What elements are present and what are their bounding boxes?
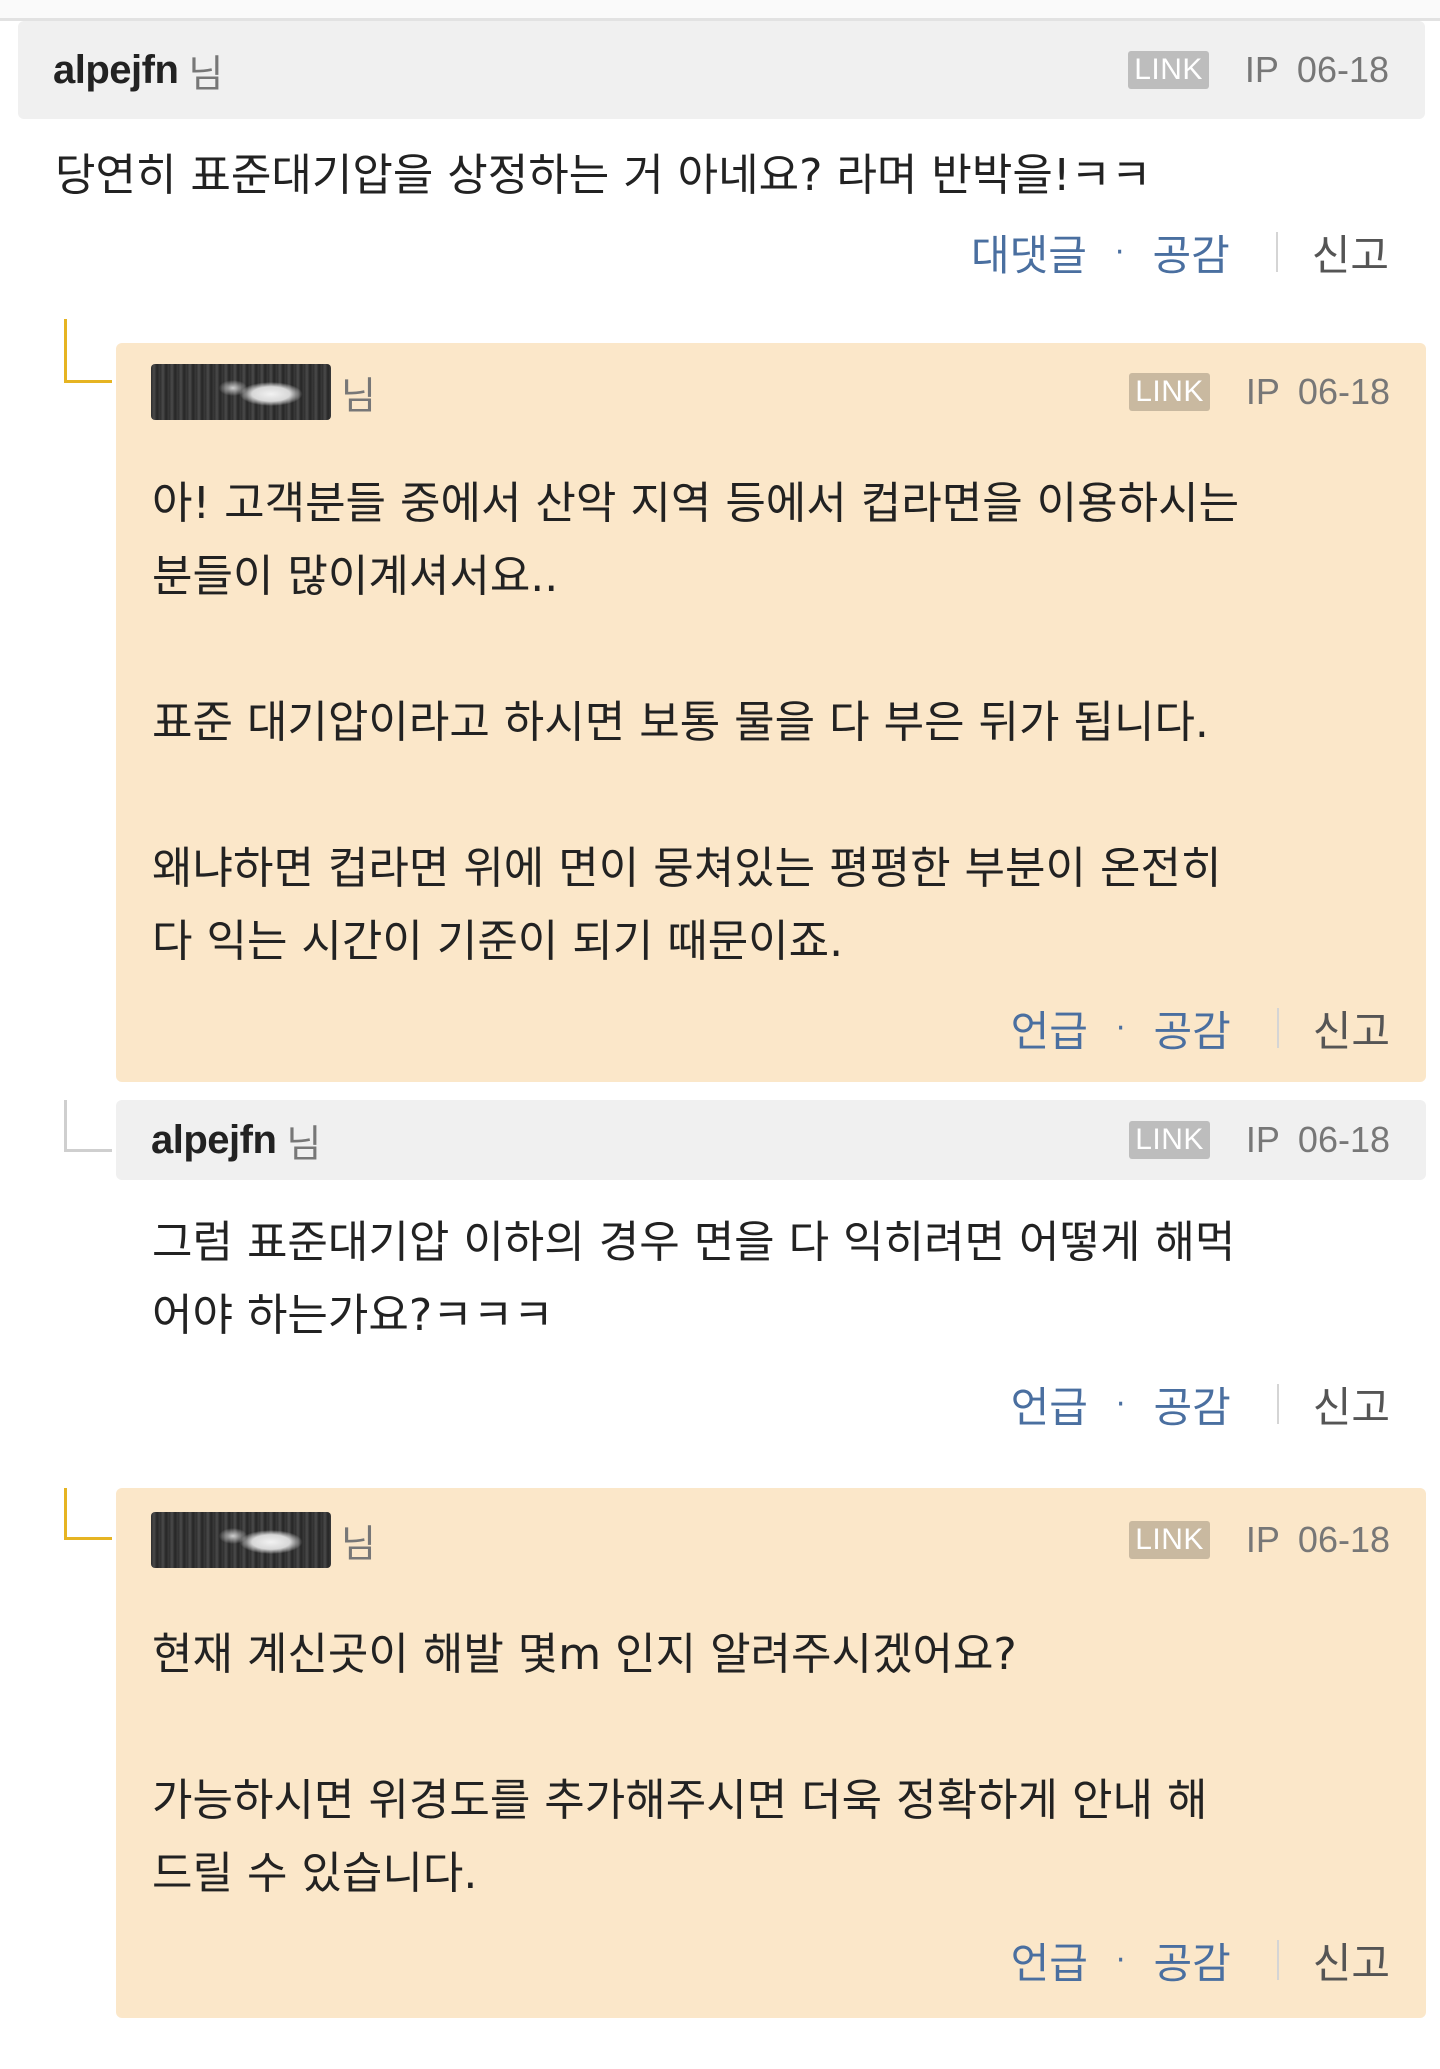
reply-connector <box>64 1488 112 1540</box>
separator-dot: · <box>1115 1010 1126 1046</box>
ip-label: IP <box>1244 49 1279 90</box>
ip-label: IP <box>1245 1519 1280 1560</box>
comment-actions: 언급 · 공감 신고 <box>152 1930 1390 1990</box>
comment-text: 그럼 표준대기압 이하의 경우 면을 다 익히려면 어떻게 해먹 어야 하는가요… <box>152 1217 1236 1341</box>
reply-comment: 님 LINK IP 06-18 아! 고객분들 중에서 산악 지역 등에서 컵라… <box>64 319 1426 1082</box>
separator-dot: · <box>1114 234 1125 270</box>
comment-header: 님 LINK IP 06-18 <box>116 343 1426 441</box>
mention-button[interactable]: 언급 <box>1011 1930 1088 1991</box>
honorific-suffix: 님 <box>188 51 224 96</box>
comment-date: 06-18 <box>1297 371 1390 412</box>
comment-date: 06-18 <box>1297 1519 1390 1560</box>
report-button[interactable]: 신고 <box>1313 998 1390 1059</box>
comment-header: 님 LINK IP 06-18 <box>116 1488 1426 1592</box>
reply-comment: alpejfn 님 LINK IP 06-18 그럼 표준대기압 이하의 경우 … <box>64 1100 1426 1458</box>
comment-header: alpejfn 님 LINK IP 06-18 <box>18 21 1425 119</box>
comment-text: 당연히 표준대기압을 상정하는 거 아네요? 라며 반박을!ㅋㅋ <box>55 150 1152 201</box>
comment: alpejfn 님 LINK IP 06-18 당연히 표준대기압을 상정하는 … <box>0 21 1440 306</box>
separator-dot: · <box>1115 1386 1126 1422</box>
link-badge[interactable]: LINK <box>1129 373 1210 411</box>
divider <box>1276 1008 1279 1048</box>
honorific-suffix: 님 <box>341 373 376 418</box>
comment-text: 아! 고객분들 중에서 산악 지역 등에서 컵라면을 이용하시는 분들이 많이계… <box>152 478 1240 967</box>
ip-label: IP <box>1245 371 1280 412</box>
link-badge[interactable]: LINK <box>1129 1121 1210 1159</box>
comment-actions: 대댓글 · 공감 신고 <box>55 222 1389 282</box>
comment-date: 06-18 <box>1297 1119 1390 1160</box>
reply-comment: 님 LINK IP 06-18 현재 계신곳이 해발 몇m 인지 알려주시겠어요… <box>64 1488 1426 2018</box>
mention-button[interactable]: 언급 <box>1011 998 1088 1059</box>
comment-header: alpejfn 님 LINK IP 06-18 <box>116 1100 1426 1180</box>
comment-date: 06-18 <box>1296 49 1389 90</box>
like-button[interactable]: 공감 <box>1153 998 1230 1059</box>
link-badge[interactable]: LINK <box>1129 1521 1210 1559</box>
like-button[interactable]: 공감 <box>1152 222 1229 283</box>
comment-body: 아! 고객분들 중에서 산악 지역 등에서 컵라면을 이용하시는 분들이 많이계… <box>116 441 1426 1082</box>
report-button[interactable]: 신고 <box>1313 1374 1390 1435</box>
report-button[interactable]: 신고 <box>1313 1930 1390 1991</box>
like-button[interactable]: 공감 <box>1153 1930 1230 1991</box>
report-button[interactable]: 신고 <box>1312 222 1389 283</box>
comment-thread: alpejfn 님 LINK IP 06-18 당연히 표준대기압을 상정하는 … <box>0 21 1440 2018</box>
divider <box>1276 1384 1279 1424</box>
top-divider <box>0 0 1440 21</box>
comment-body: 당연히 표준대기압을 상정하는 거 아네요? 라며 반박을!ㅋㅋ 대댓글 · 공… <box>0 119 1440 306</box>
divider <box>1276 1940 1279 1980</box>
comment-body: 그럼 표준대기압 이하의 경우 면을 다 익히려면 어떻게 해먹 어야 하는가요… <box>116 1180 1426 1458</box>
author-avatar[interactable] <box>151 364 331 420</box>
honorific-suffix: 님 <box>341 1521 376 1566</box>
mention-button[interactable]: 언급 <box>1011 1374 1088 1435</box>
reply-connector <box>64 319 112 383</box>
comment-body: 현재 계신곳이 해발 몇m 인지 알려주시겠어요? 가능하시면 위경도를 추가해… <box>116 1592 1426 2018</box>
comment-actions: 언급 · 공감 신고 <box>152 1374 1390 1434</box>
reply-button[interactable]: 대댓글 <box>971 222 1087 283</box>
reply-connector <box>64 1100 112 1152</box>
comment-actions: 언급 · 공감 신고 <box>152 998 1390 1058</box>
author-name[interactable]: alpejfn <box>151 1118 277 1163</box>
author-avatar[interactable] <box>151 1512 331 1568</box>
author-name[interactable]: alpejfn <box>53 48 179 93</box>
link-badge[interactable]: LINK <box>1128 51 1209 89</box>
separator-dot: · <box>1115 1942 1126 1978</box>
divider <box>1275 232 1278 272</box>
honorific-suffix: 님 <box>286 1121 322 1166</box>
ip-label: IP <box>1245 1119 1280 1160</box>
like-button[interactable]: 공감 <box>1153 1374 1230 1435</box>
comment-text: 현재 계신곳이 해발 몇m 인지 알려주시겠어요? 가능하시면 위경도를 추가해… <box>152 1629 1208 1899</box>
